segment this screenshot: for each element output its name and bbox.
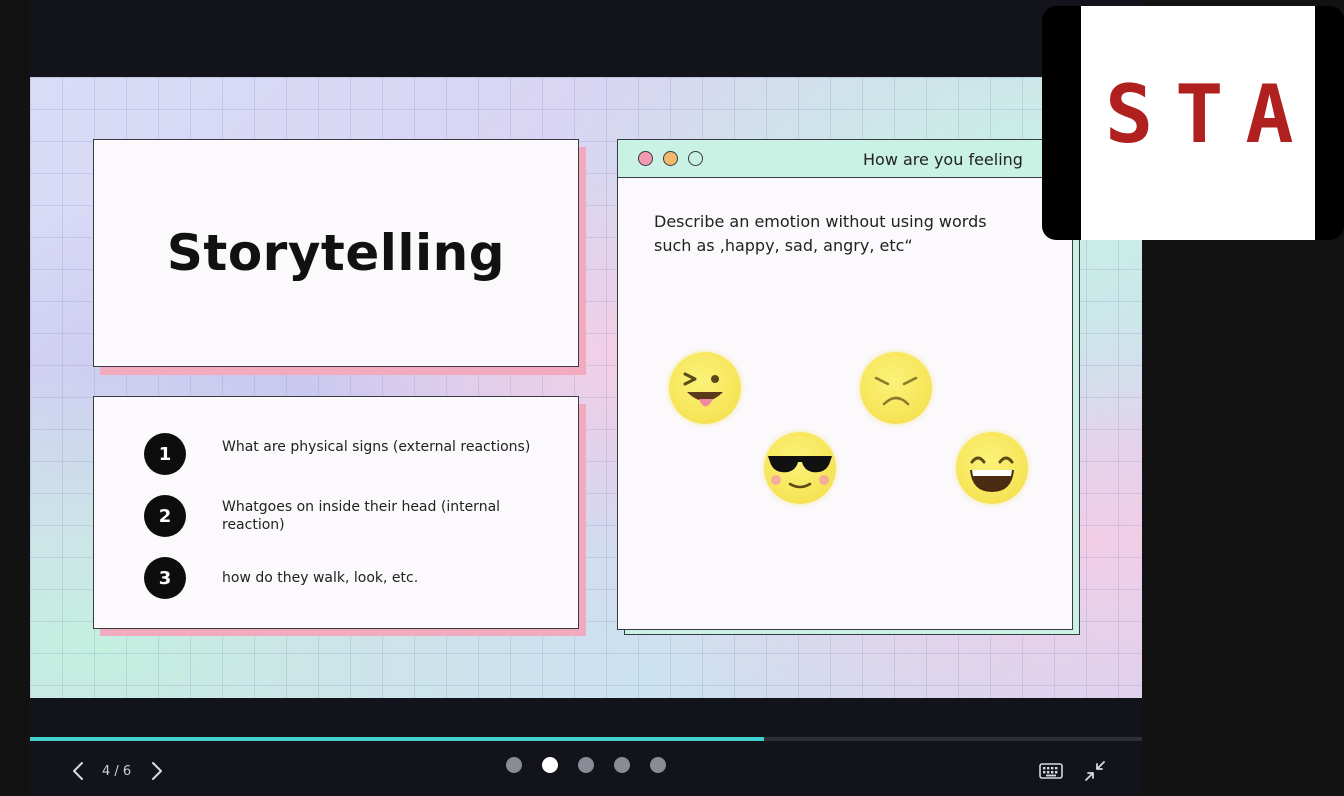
slide-title: Storytelling xyxy=(166,224,506,282)
player-controls: 4 / 6 xyxy=(30,698,1142,796)
keyboard-shortcuts-button[interactable] xyxy=(1038,760,1064,782)
page-indicator: 4 / 6 xyxy=(102,764,132,779)
step-item: 3 how do they walk, look, etc. xyxy=(144,557,552,599)
chevron-right-icon xyxy=(152,762,162,780)
sad-emoji-icon xyxy=(860,352,932,424)
window-dot-green xyxy=(688,151,703,166)
chevron-left-icon xyxy=(73,762,83,780)
prompt-window-titlebar: How are you feeling xyxy=(618,140,1072,178)
keyboard-icon xyxy=(1039,763,1063,779)
step-number: 3 xyxy=(144,557,186,599)
step-item: 2 Whatgoes on inside their head (interna… xyxy=(144,495,512,537)
slide-pager xyxy=(506,757,666,773)
video-sign-text: STA xyxy=(1105,68,1315,161)
step-text: Whatgoes on inside their head (internal … xyxy=(222,499,501,533)
progress-fill xyxy=(30,737,764,741)
pager-dot[interactable] xyxy=(578,757,594,773)
pager-dot[interactable] xyxy=(614,757,630,773)
step-number: 1 xyxy=(144,433,186,475)
title-card: Storytelling xyxy=(93,139,579,367)
pager-dot[interactable] xyxy=(650,757,666,773)
grinning-emoji-icon xyxy=(956,432,1028,504)
presentation-viewer: Storytelling 1 What are physical signs (… xyxy=(30,0,1142,796)
pager-dot[interactable] xyxy=(506,757,522,773)
step-number: 2 xyxy=(144,495,186,537)
window-dot-yellow xyxy=(663,151,678,166)
picture-in-picture-video[interactable]: STA xyxy=(1042,6,1344,240)
previous-slide-button[interactable] xyxy=(68,760,88,782)
progress-bar[interactable] xyxy=(30,737,1142,741)
steps-card: 1 What are physical signs (external reac… xyxy=(93,396,579,629)
window-dot-red xyxy=(638,151,653,166)
exit-fullscreen-icon xyxy=(1085,761,1105,781)
pager-dot[interactable] xyxy=(542,757,558,773)
prompt-text: Describe an emotion without using words … xyxy=(654,212,987,255)
sunglasses-emoji-icon xyxy=(764,432,836,504)
step-text: What are physical signs (external reacti… xyxy=(222,439,531,455)
slide: Storytelling 1 What are physical signs (… xyxy=(30,77,1142,698)
step-item: 1 What are physical signs (external reac… xyxy=(144,433,552,475)
step-text: how do they walk, look, etc. xyxy=(222,570,419,586)
prompt-window-title: How are you feeling xyxy=(863,150,1023,169)
winking-tongue-emoji-icon xyxy=(669,352,741,424)
next-slide-button[interactable] xyxy=(147,760,167,782)
video-frame: STA xyxy=(1081,6,1315,240)
exit-fullscreen-button[interactable] xyxy=(1084,760,1106,782)
prompt-window: How are you feeling Describe an emotion … xyxy=(617,139,1073,630)
